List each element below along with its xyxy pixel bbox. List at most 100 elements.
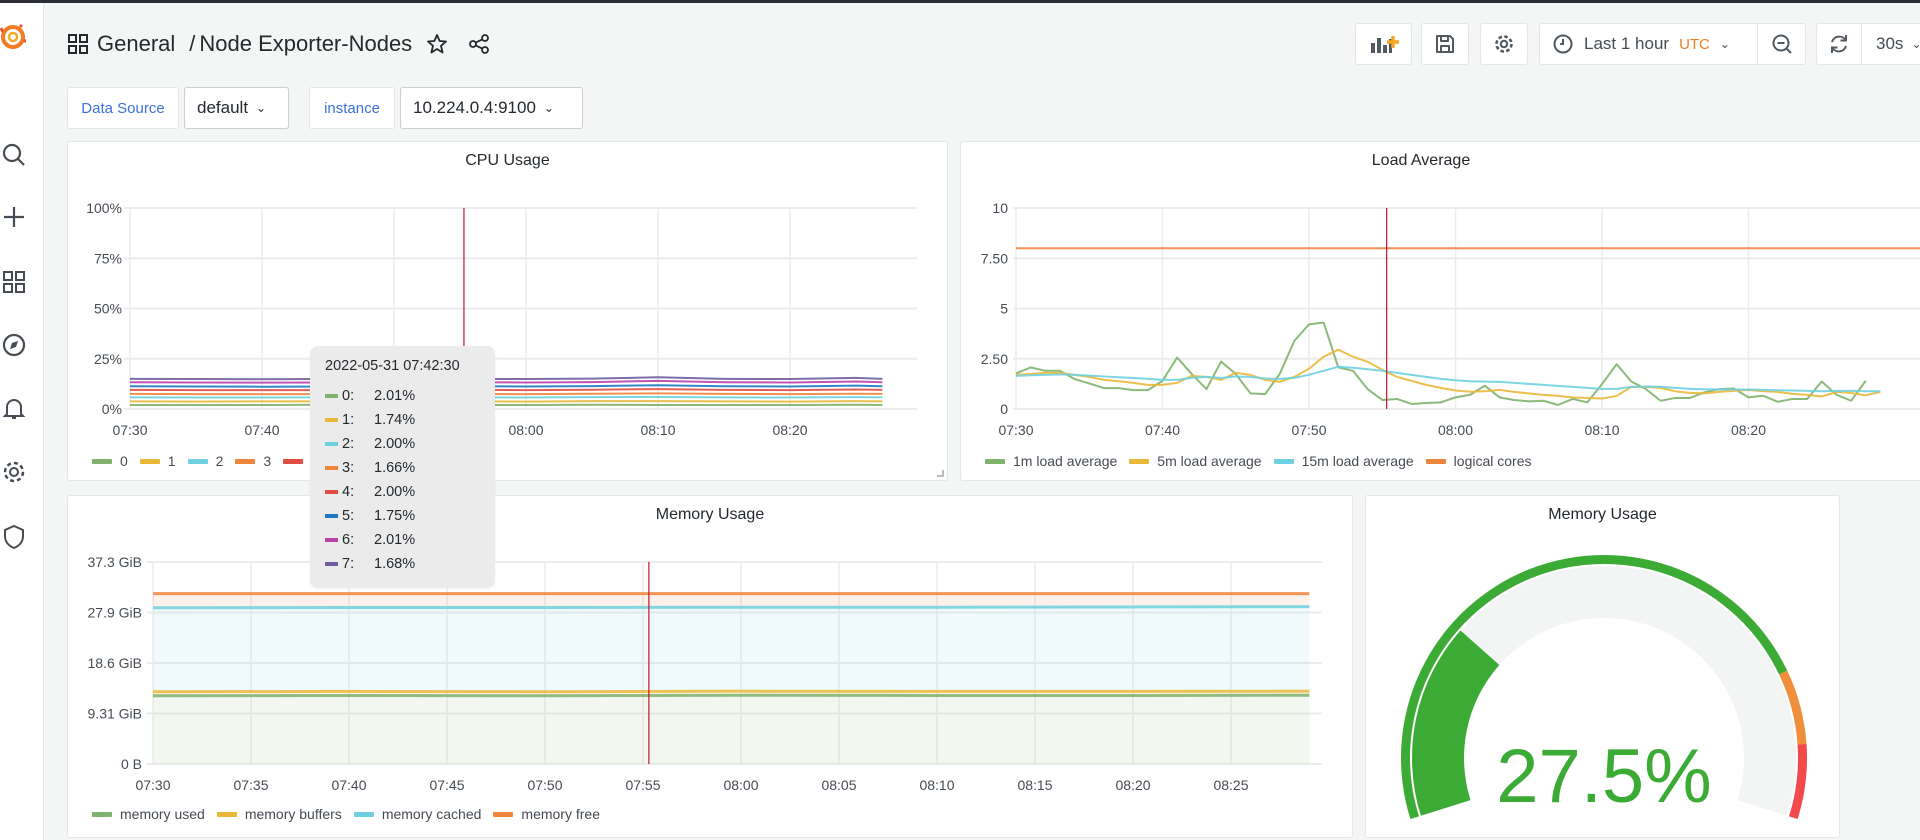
memory-usage-panel: Memory Usage 0 B 9.31 GiB 18.6 GiB 27.9 GiB…: [67, 495, 1353, 838]
plus-icon[interactable]: [0, 203, 28, 231]
add-panel-button[interactable]: [1355, 23, 1412, 65]
series-line: [152, 693, 1310, 698]
dashboards-icon[interactable]: [0, 268, 28, 296]
gauge-value-arc: [1412, 630, 1500, 816]
refresh-button[interactable]: [1816, 23, 1862, 65]
legend-item[interactable]: 15m load average: [1273, 453, 1414, 469]
tooltip-row: 1: 1.74%: [325, 408, 480, 432]
legend-swatch: [216, 811, 237, 817]
series-value: 1.74%: [374, 412, 416, 428]
data-source-select[interactable]: default ⌄: [184, 87, 289, 129]
series-value: 2.00%: [374, 436, 416, 452]
dashboards-grid-icon[interactable]: [67, 33, 89, 55]
legend-item[interactable]: 1m load average: [985, 453, 1117, 469]
star-icon[interactable]: [426, 33, 448, 55]
legend-swatch: [1129, 458, 1150, 464]
load-average-panel: Load Average 0 2.50 5 7.50 10 07:30 07:40 07:50…: [960, 141, 1920, 481]
series-line: [152, 605, 1310, 610]
legend-label: 1: [167, 453, 176, 469]
configuration-gear-icon[interactable]: [0, 458, 28, 486]
legend-label: 2: [215, 453, 224, 469]
y-tick-label: 27.9 GiB: [88, 605, 142, 621]
legend-item[interactable]: logical cores: [1425, 453, 1532, 469]
series-key: 3:: [342, 460, 355, 476]
legend-item[interactable]: 5m load average: [1129, 453, 1262, 469]
instance-select[interactable]: 10.224.0.4:9100 ⌄: [400, 87, 583, 129]
y-tick-label: 10: [992, 200, 1008, 216]
y-tick-label: 0 B: [121, 756, 142, 772]
zoom-out-button[interactable]: [1757, 23, 1806, 65]
x-tick-label: 08:20: [772, 422, 807, 438]
x-tick-label: 07:45: [429, 777, 464, 793]
series-swatch: [325, 490, 338, 494]
save-dashboard-button[interactable]: [1421, 23, 1469, 65]
memory-usage-gauge-panel: Memory Usage 27.5%: [1365, 495, 1840, 838]
server-admin-shield-icon[interactable]: [0, 523, 28, 551]
explore-icon[interactable]: [0, 331, 28, 359]
tooltip-row: 2: 2.00%: [325, 432, 480, 456]
legend-label: memory buffers: [244, 806, 342, 822]
panel-resize-handle[interactable]: [937, 470, 944, 477]
y-tick-label: 5: [1000, 301, 1008, 317]
legend-swatch: [353, 811, 374, 817]
chevron-down-icon: ⌄: [256, 101, 267, 115]
series-area: [153, 606, 1310, 692]
tooltip-row: 7: 1.68%: [325, 552, 480, 576]
x-tick-label: 08:20: [1731, 422, 1766, 438]
series-key: 0:: [342, 388, 355, 404]
breadcrumb: General / Node Exporter-Nodes: [67, 30, 490, 58]
x-tick-label: 07:30: [998, 422, 1033, 438]
clock-icon: [1553, 34, 1573, 54]
page-title[interactable]: Node Exporter-Nodes: [199, 31, 412, 57]
refresh-icon: [1831, 35, 1847, 53]
legend-item[interactable]: memory free: [493, 806, 600, 822]
memory-gauge: 27.5%: [1401, 555, 1807, 820]
share-icon[interactable]: [468, 33, 490, 55]
series-swatch: [325, 538, 338, 542]
legend-item[interactable]: memory buffers: [216, 806, 342, 822]
x-tick-label: 08:05: [821, 777, 856, 793]
top-border: [0, 0, 1920, 3]
x-tick-label: 08:10: [1584, 422, 1619, 438]
legend-label: 15m load average: [1301, 453, 1414, 469]
add-panel-icon: [1370, 36, 1399, 53]
cpu-usage-chart[interactable]: 0%25%50%75%100%07:3007:4007:5008:0008:10…: [68, 142, 948, 481]
series-line: [129, 388, 883, 392]
legend-swatch: [283, 458, 304, 464]
series-value: 1.68%: [374, 556, 416, 572]
legend-item[interactable]: 0: [92, 453, 128, 469]
chart-legend: memory used memory buffers memory cached me…: [92, 806, 600, 822]
refresh-interval-picker[interactable]: 30s ⌄: [1861, 23, 1920, 65]
series-line: [152, 689, 1310, 694]
legend-item[interactable]: 3: [235, 453, 271, 469]
legend-item[interactable]: 2: [187, 453, 224, 469]
legend-swatch: [235, 458, 256, 464]
chevron-down-icon: ⌄: [1911, 37, 1920, 51]
series-line: [1015, 365, 1881, 393]
series-line: [129, 384, 883, 388]
gauge-value-text: 27.5%: [1496, 734, 1712, 819]
legend-item[interactable]: 1: [139, 453, 176, 469]
series-line: [1015, 321, 1867, 406]
legend-swatch: [92, 458, 112, 464]
legend-item[interactable]: memory used: [92, 806, 205, 822]
tooltip-row: 0: 2.01%: [325, 384, 480, 408]
y-tick-label: 2.50: [981, 351, 1008, 367]
x-tick-label: 08:10: [640, 422, 675, 438]
time-range-picker[interactable]: Last 1 hour UTC ⌄: [1539, 23, 1758, 65]
memory-usage-chart[interactable]: 0 B 9.31 GiB 18.6 GiB 27.9 GiB 37.3 GiB 07:30…: [68, 496, 1353, 838]
folder-link[interactable]: General: [97, 31, 175, 57]
y-tick-label: 0%: [102, 401, 122, 417]
tooltip-row: 4: 2.00%: [325, 480, 480, 504]
legend-label: 5m load average: [1157, 453, 1262, 469]
load-average-chart[interactable]: 0 2.50 5 7.50 10 07:30 07:40 07:50 08:00 08:10 08:…: [961, 142, 1920, 481]
search-icon[interactable]: [0, 141, 28, 169]
chart-legend: 1m load average 5m load average 15m load a…: [985, 453, 1532, 469]
dashboard-settings-button[interactable]: [1480, 23, 1528, 65]
alerting-bell-icon[interactable]: [0, 394, 28, 422]
breadcrumb-separator: /: [189, 31, 196, 56]
grafana-logo-icon[interactable]: [0, 23, 27, 51]
y-tick-label: 37.3 GiB: [88, 554, 142, 570]
chevron-down-icon: ⌄: [1719, 37, 1730, 51]
legend-item[interactable]: memory cached: [353, 806, 481, 822]
